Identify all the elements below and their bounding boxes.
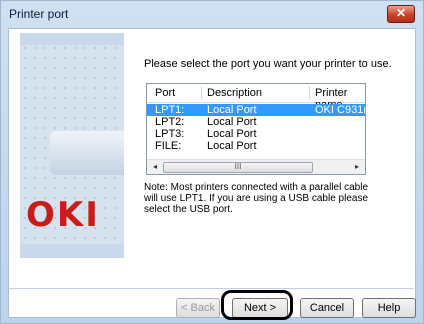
row-description: Local Port <box>207 104 257 116</box>
column-header-port[interactable]: Port <box>155 87 175 99</box>
usb-note-text: Note: Most printers connected with a par… <box>144 182 369 215</box>
list-row-file[interactable]: FILE: Local Port <box>147 140 365 152</box>
list-row-lpt2[interactable]: LPT2: Local Port <box>147 116 365 128</box>
port-listview[interactable]: Port Description Printer name LPT1: Loca… <box>146 83 366 175</box>
scroll-left-arrow-icon[interactable]: ◂ <box>149 161 161 173</box>
banner-bottom-band <box>20 244 124 258</box>
printer-side-banner: OKI <box>20 33 124 258</box>
column-divider[interactable] <box>309 86 310 100</box>
banner-top-band <box>20 33 124 45</box>
oki-logo: OKI <box>26 195 100 235</box>
row-description: Local Port <box>207 116 257 128</box>
row-description: Local Port <box>207 128 257 140</box>
list-row-lpt1[interactable]: LPT1: Local Port OKI C931(PCL <box>147 104 365 116</box>
row-description: Local Port <box>207 140 257 152</box>
cancel-button[interactable]: Cancel <box>300 298 354 318</box>
scroll-right-arrow-icon[interactable]: ▸ <box>351 161 363 173</box>
scroll-thumb[interactable]: III <box>163 162 313 173</box>
window-title: Printer port <box>9 7 69 21</box>
list-header: Port Description Printer name <box>147 84 365 111</box>
row-port: FILE: <box>155 140 182 152</box>
help-button[interactable]: Help <box>362 298 416 318</box>
instruction-text: Please select the port you want your pri… <box>144 58 392 70</box>
row-port: LPT1: <box>155 104 185 116</box>
row-port: LPT2: <box>155 116 185 128</box>
back-button[interactable]: < Back <box>176 298 220 318</box>
title-bar: Printer port ✕ <box>1 1 423 27</box>
row-printer-name: OKI C931(PCL <box>315 104 365 116</box>
next-button-highlight-outline <box>221 290 293 320</box>
row-port: LPT3: <box>155 128 185 140</box>
horizontal-scrollbar[interactable]: ◂ III ▸ <box>147 159 365 174</box>
list-row-lpt3[interactable]: LPT3: Local Port <box>147 128 365 140</box>
button-area-divider <box>8 288 414 289</box>
printer-illustration <box>50 131 124 175</box>
column-header-description[interactable]: Description <box>207 87 262 99</box>
column-divider[interactable] <box>201 86 202 100</box>
close-button[interactable]: ✕ <box>387 5 415 23</box>
